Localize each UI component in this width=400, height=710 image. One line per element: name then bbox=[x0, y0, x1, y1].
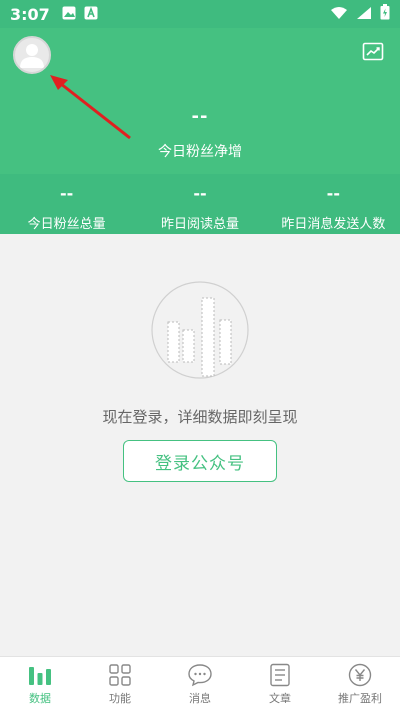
grid-icon bbox=[109, 664, 131, 686]
data-header: -- 今日粉丝净增 bbox=[0, 28, 400, 174]
nav-label: 文章 bbox=[269, 692, 291, 705]
wifi-icon bbox=[330, 5, 348, 24]
nav-item-articles[interactable]: 文章 bbox=[240, 657, 320, 710]
login-official-account-button[interactable]: 登录公众号 bbox=[123, 440, 277, 482]
empty-state: 现在登录，详细数据即刻呈现 登录公众号 bbox=[0, 234, 400, 656]
status-right bbox=[330, 4, 390, 24]
nav-label: 推广盈利 bbox=[338, 692, 382, 705]
stat-label: 昨日消息发送人数 bbox=[281, 217, 386, 232]
stat-value: -- bbox=[326, 184, 340, 203]
user-icon bbox=[20, 44, 44, 68]
stat-item: -- 昨日消息发送人数 bbox=[267, 174, 400, 234]
stat-value: -- bbox=[193, 184, 207, 203]
bar-chart-icon bbox=[29, 667, 51, 685]
stat-item: -- 今日粉丝总量 bbox=[0, 174, 133, 234]
stat-value: -- bbox=[60, 184, 74, 203]
status-bar: 3:07 bbox=[0, 0, 400, 28]
stats-row: -- 今日粉丝总量 -- 昨日阅读总量 -- 昨日消息发送人数 bbox=[0, 174, 400, 234]
empty-data-illustration bbox=[151, 281, 249, 379]
nav-item-functions[interactable]: 功能 bbox=[80, 657, 160, 710]
nav-label: 消息 bbox=[189, 692, 211, 705]
empty-message: 现在登录，详细数据即刻呈现 bbox=[102, 408, 298, 426]
nav-item-messages[interactable]: 消息 bbox=[160, 657, 240, 710]
annotation-arrow bbox=[50, 75, 131, 140]
trend-chart-button[interactable] bbox=[362, 40, 384, 62]
document-icon bbox=[270, 663, 290, 687]
nav-label: 功能 bbox=[109, 692, 131, 705]
nav-label: 数据 bbox=[29, 692, 51, 705]
yen-icon bbox=[348, 663, 372, 687]
app-a-icon bbox=[84, 5, 98, 24]
chat-bubble-icon bbox=[188, 664, 212, 687]
status-time: 3:07 bbox=[10, 4, 50, 24]
stat-item: -- 昨日阅读总量 bbox=[133, 174, 266, 234]
battery-icon bbox=[380, 4, 390, 24]
nav-item-promotion[interactable]: 推广盈利 bbox=[320, 657, 400, 710]
stat-label: 昨日阅读总量 bbox=[160, 217, 239, 232]
app-root: 3:07 -- 今日粉丝净增 -- 今日粉丝总量 -- 昨日阅读总量 -- 昨日… bbox=[0, 0, 400, 710]
gallery-icon bbox=[62, 5, 76, 24]
trend-chart-icon bbox=[362, 42, 384, 61]
nav-item-data[interactable]: 数据 bbox=[0, 657, 80, 710]
stat-label: 今日粉丝总量 bbox=[27, 217, 106, 232]
bottom-nav: 数据 功能 消息 文章 推广盈利 bbox=[0, 656, 400, 710]
signal-icon bbox=[356, 5, 372, 24]
